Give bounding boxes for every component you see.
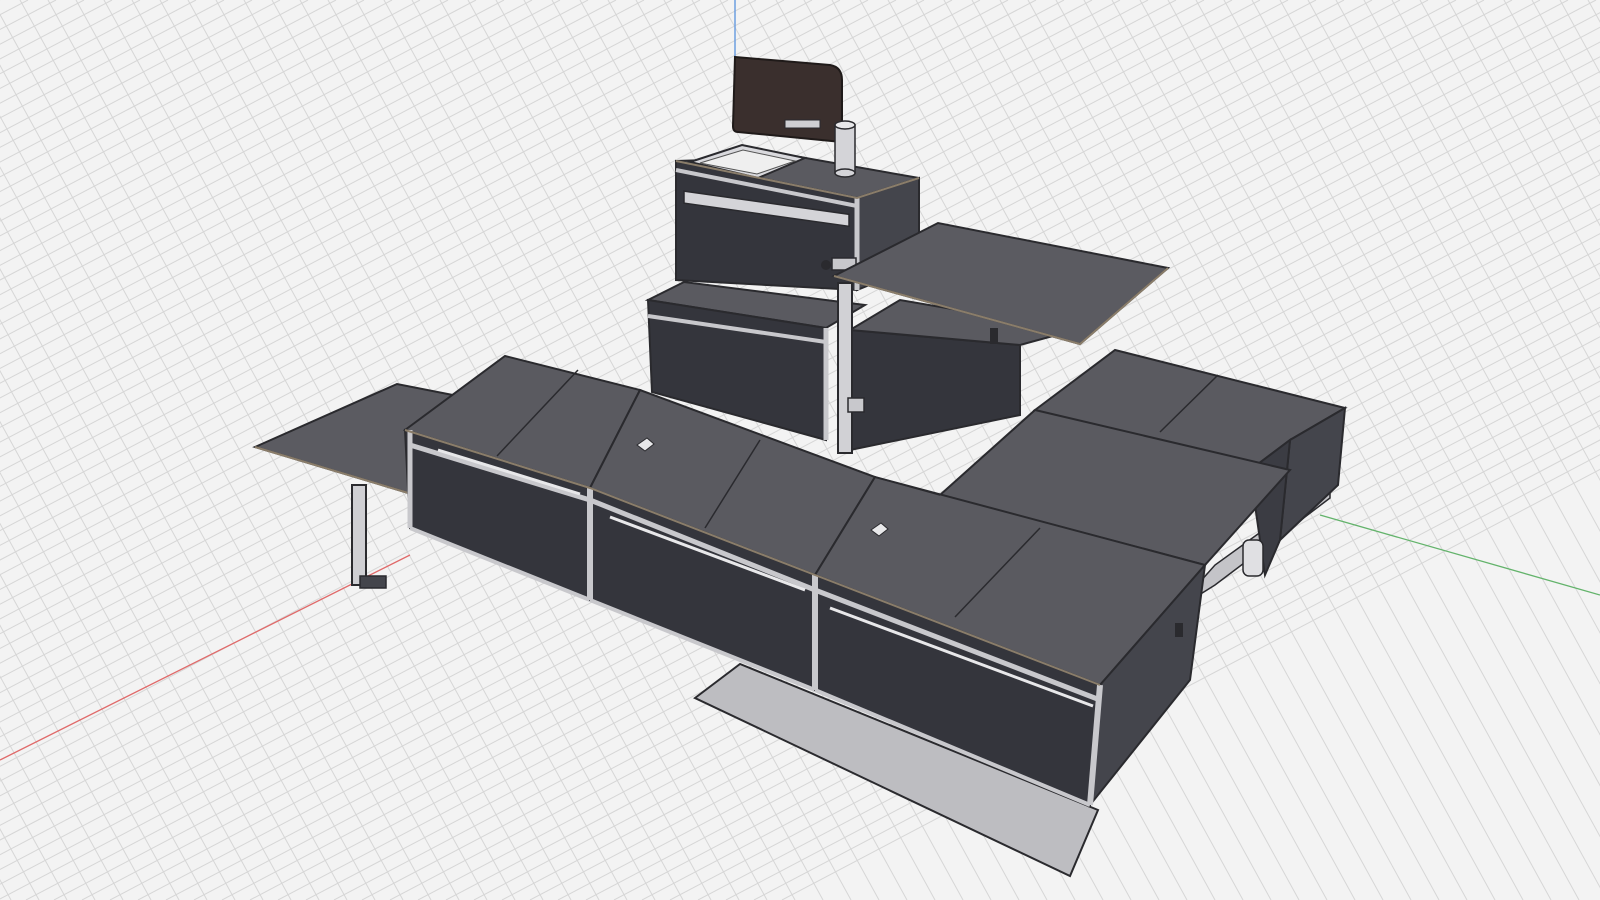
sink-lid[interactable] — [731, 55, 843, 144]
3d-scene[interactable] — [0, 0, 1600, 900]
3d-viewport[interactable] — [0, 0, 1600, 900]
faucet-cylinder[interactable] — [834, 120, 856, 178]
upper-table-bracket — [990, 328, 998, 344]
